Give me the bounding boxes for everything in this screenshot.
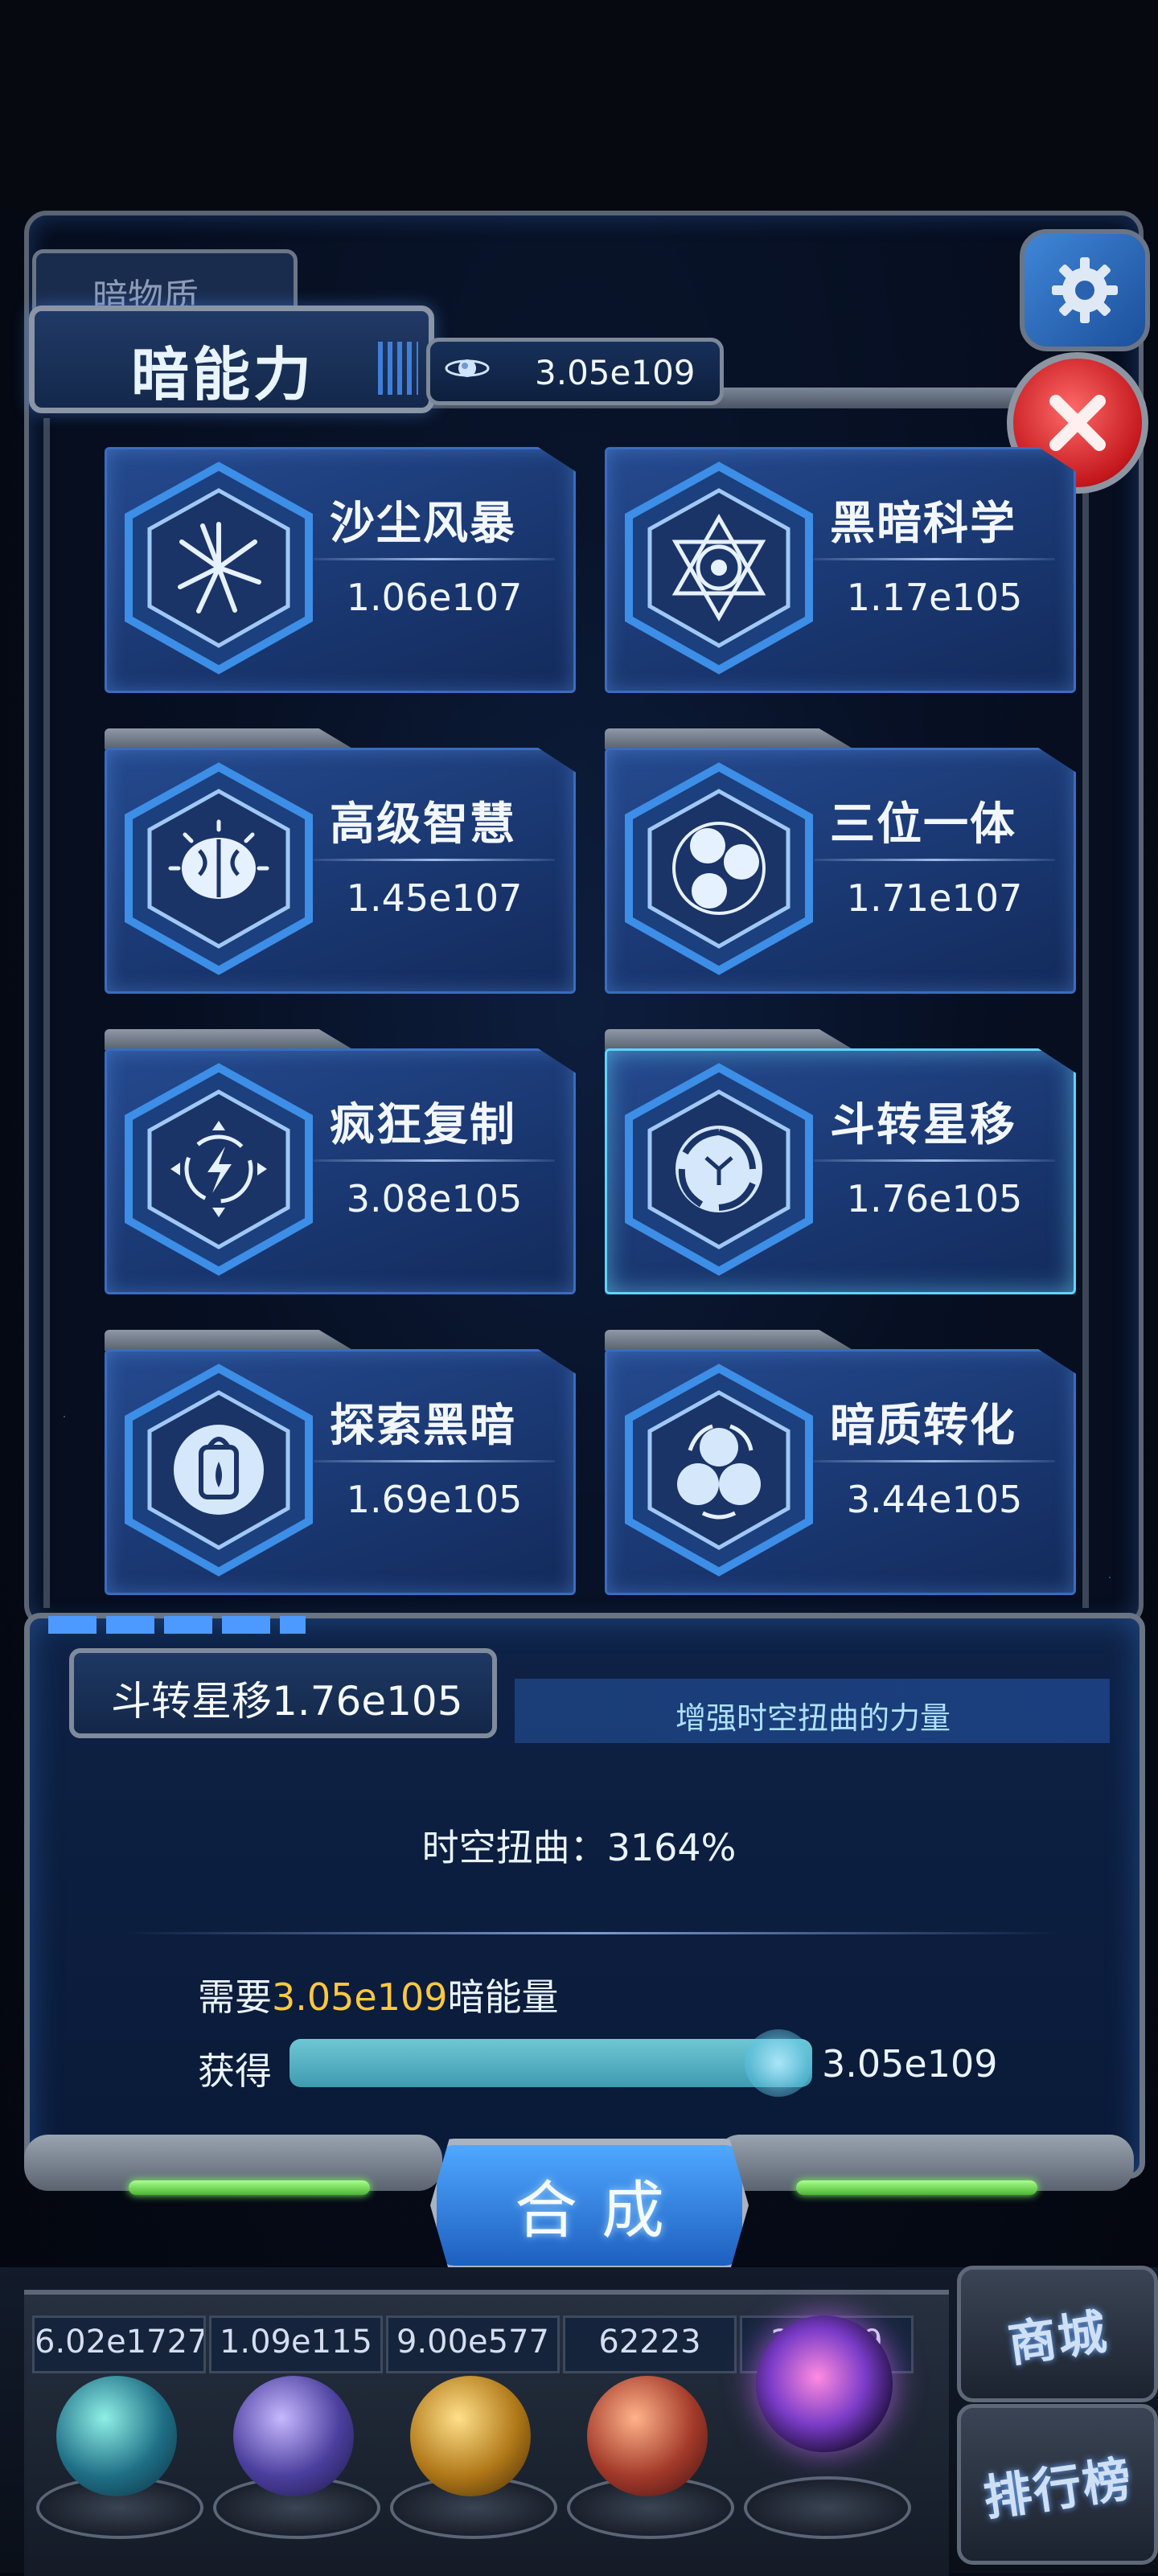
dust-storm-icon <box>125 461 313 675</box>
skill-name: 高级智慧 <box>330 798 516 851</box>
skill-name: 三位一体 <box>830 798 1016 851</box>
tab-dark-ability[interactable]: 暗能力 <box>29 306 434 413</box>
molecule-orb-icon[interactable] <box>56 2376 177 2496</box>
need-suffix: 暗能量 <box>447 1975 559 2019</box>
card-tab <box>105 1330 354 1351</box>
lightning-orb-icon[interactable] <box>233 2376 354 2496</box>
orb-pedestal <box>744 2476 911 2539</box>
card-divider <box>814 558 1055 560</box>
slider-fill <box>290 2039 812 2087</box>
gain-value: 3.05e109 <box>822 2042 998 2086</box>
cell-orb-icon[interactable] <box>587 2376 708 2496</box>
skill-name: 黑暗科学 <box>830 498 1016 550</box>
card-divider <box>314 1460 555 1462</box>
amount-slider[interactable] <box>290 2029 812 2097</box>
card-tab <box>605 1029 854 1050</box>
skill-card-dust-storm[interactable]: 沙尘风暴 1.06e107 <box>105 447 576 693</box>
resource-value: 9.00e577 <box>386 2316 560 2373</box>
energy-counter: 3.05e109 <box>426 338 724 405</box>
skill-value: 1.69e105 <box>346 1478 523 1521</box>
skill-name: 探索黑暗 <box>330 1400 516 1452</box>
energy-light-right <box>796 2180 1037 2195</box>
gear-icon <box>1052 257 1118 323</box>
skill-card-dark-science[interactable]: 黑暗科学 1.17e105 <box>605 447 1076 693</box>
cycle-icon <box>625 1364 813 1577</box>
trinity-icon <box>625 762 813 975</box>
panel-divider <box>121 1932 1062 1934</box>
resource-value: 6.02e1727 <box>32 2316 206 2373</box>
need-amount: 3.05e109 <box>272 1975 448 2019</box>
skill-name: 疯狂复制 <box>330 1099 516 1151</box>
galaxy-orb-icon[interactable] <box>410 2376 531 2496</box>
skill-value: 1.76e105 <box>846 1177 1023 1220</box>
tab-dark-ability-label: 暗能力 <box>131 341 315 408</box>
card-tab <box>105 1029 354 1050</box>
skill-description-bar: 增强时空扭曲的力量 <box>515 1679 1110 1743</box>
card-tab <box>105 728 354 749</box>
brain-icon <box>125 762 313 975</box>
ranking-button[interactable]: 排行榜 <box>957 2404 1158 2565</box>
vortex-icon <box>625 1063 813 1276</box>
need-prefix: 需要 <box>198 1975 272 2019</box>
requirement-text: 需要3.05e109暗能量 <box>198 1968 559 2021</box>
card-divider <box>314 859 555 861</box>
card-divider <box>314 1159 555 1162</box>
skill-effect: 时空扭曲：3164% <box>421 1826 737 1869</box>
frame-rail-left <box>43 418 50 1608</box>
combine-label: 合成 <box>514 2175 688 2247</box>
skill-card-crazy-replication[interactable]: 疯狂复制 3.08e105 <box>105 1029 576 1294</box>
frame-rail-right <box>1082 418 1089 1608</box>
skill-card-explore-darkness[interactable]: 探索黑暗 1.69e105 <box>105 1330 576 1595</box>
skill-card-dark-conversion[interactable]: 暗质转化 3.44e105 <box>605 1330 1076 1595</box>
skill-name: 沙尘风暴 <box>330 498 516 550</box>
skill-value: 1.17e105 <box>846 576 1023 619</box>
skill-description: 增强时空扭曲的力量 <box>676 1700 951 1736</box>
resource-value: 62223 <box>563 2316 737 2373</box>
skill-name: 斗转星移 <box>830 1099 1016 1151</box>
slider-knob[interactable] <box>745 2029 812 2097</box>
selected-skill-title-text: 斗转星移1.76e105 <box>111 1678 463 1725</box>
tab-stripes <box>378 342 418 395</box>
card-tab <box>605 1330 854 1351</box>
lightning-icon <box>125 1063 313 1276</box>
selected-skill-title: 斗转星移1.76e105 <box>69 1648 497 1738</box>
energy-light-left <box>129 2180 370 2195</box>
gain-label: 获得 <box>198 2049 272 2093</box>
resource-value: 1.09e115 <box>209 2316 383 2373</box>
panel-accent-bar <box>48 1616 306 1634</box>
vortex-orb-icon[interactable] <box>756 2316 893 2452</box>
skill-value: 1.71e107 <box>846 876 1023 920</box>
energy-amount: 3.05e109 <box>535 353 696 392</box>
card-divider <box>314 558 555 560</box>
shop-label: 商城 <box>1004 2303 1112 2373</box>
skill-value: 3.08e105 <box>346 1177 523 1220</box>
skill-card-trinity[interactable]: 三位一体 1.71e107 <box>605 728 1076 994</box>
combine-button[interactable]: 合成 <box>430 2139 749 2272</box>
skill-card-star-shift[interactable]: 斗转星移 1.76e105 <box>605 1029 1076 1294</box>
skill-value: 3.44e105 <box>846 1478 1023 1521</box>
settings-button[interactable] <box>1020 229 1150 351</box>
lantern-icon <box>125 1364 313 1577</box>
top-black-area <box>0 0 1158 211</box>
ranking-label: 排行榜 <box>979 2450 1136 2528</box>
shop-button[interactable]: 商城 <box>957 2266 1158 2402</box>
card-tab <box>605 728 854 749</box>
skill-name: 暗质转化 <box>830 1400 1016 1452</box>
card-divider <box>814 1159 1055 1162</box>
card-divider <box>814 1460 1055 1462</box>
card-divider <box>814 859 1055 861</box>
skill-card-advanced-wisdom[interactable]: 高级智慧 1.45e107 <box>105 728 576 994</box>
dark-science-icon <box>625 461 813 675</box>
skill-value: 1.45e107 <box>346 876 523 920</box>
skill-value: 1.06e107 <box>346 576 523 619</box>
planet-icon <box>445 359 490 377</box>
